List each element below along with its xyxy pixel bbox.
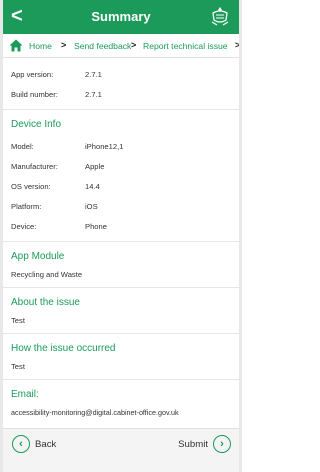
breadcrumb-separator: >: [61, 40, 67, 50]
app-module-section: App Module Recycling and Waste: [3, 242, 239, 288]
info-value: iOS: [85, 202, 98, 211]
info-row: Build number: 2.7.1: [3, 84, 239, 104]
info-label: OS version:: [11, 182, 51, 191]
info-label: Model:: [11, 142, 34, 151]
breadcrumb-separator: >: [131, 40, 137, 50]
breadcrumb: Home > Send feedback > Report technical …: [3, 34, 239, 58]
about-issue-section: About the issue Test: [3, 288, 239, 334]
breadcrumb-send-feedback[interactable]: Send feedback: [74, 41, 131, 51]
info-row: App version: 2.7.1: [3, 64, 239, 84]
breadcrumb-report-technical-issue[interactable]: Report technical issue: [143, 41, 228, 51]
info-value: 2.7.1: [85, 70, 102, 79]
info-row: Model: iPhone12,1: [3, 136, 239, 156]
top-app-bar: < Summary: [3, 0, 239, 34]
info-label: Platform:: [11, 202, 42, 211]
info-row: OS version: 14.4: [3, 176, 239, 196]
section-value: Test: [11, 362, 25, 371]
info-label: Device:: [11, 222, 37, 231]
info-value: Apple: [85, 162, 105, 171]
info-label: Manufacturer:: [11, 162, 58, 171]
section-title: Device Info: [11, 119, 62, 130]
app-info-section: App version: 2.7.1 Build number: 2.7.1: [3, 58, 239, 110]
summary-content: App version: 2.7.1 Build number: 2.7.1 D…: [3, 58, 239, 430]
breadcrumb-home[interactable]: Home: [29, 41, 52, 51]
section-value: Recycling and Waste: [11, 270, 83, 279]
back-label: Back: [35, 438, 57, 450]
back-button[interactable]: ‹ Back: [12, 433, 56, 455]
home-icon[interactable]: [9, 39, 23, 52]
email-value: accessibility-monitoring@digital.cabinet…: [11, 408, 179, 417]
info-label: App version:: [11, 70, 54, 79]
breadcrumb-separator: >: [235, 40, 239, 50]
info-value: Phone: [85, 222, 107, 231]
section-title: App Module: [11, 251, 65, 262]
device-info-section: Device Info Model: iPhone12,1 Manufactur…: [3, 110, 239, 242]
info-row: Manufacturer: Apple: [3, 156, 239, 176]
email-section: Email: accessibility-monitoring@digital.…: [3, 380, 239, 430]
royal-arms-icon: [211, 7, 229, 26]
submit-button[interactable]: Submit ›: [178, 433, 231, 455]
info-value: iPhone12,1: [85, 142, 124, 151]
info-value: 2.7.1: [85, 90, 102, 99]
chevron-right-circle-icon: ›: [213, 435, 231, 453]
info-label: Build number:: [11, 90, 58, 99]
info-value: 14.4: [85, 182, 100, 191]
section-title: About the issue: [11, 297, 80, 308]
info-row: Platform: iOS: [3, 196, 239, 216]
section-value: Test: [11, 316, 25, 325]
submit-label: Submit: [178, 438, 208, 450]
chevron-left-circle-icon: ‹: [12, 435, 30, 453]
footer-bar: ‹ Back Submit ›: [3, 428, 239, 472]
section-title: How the issue occurred: [11, 343, 116, 354]
section-title: Email:: [11, 389, 39, 400]
info-row: Device: Phone: [3, 216, 239, 236]
how-occurred-section: How the issue occurred Test: [3, 334, 239, 380]
page-title: Summary: [91, 9, 151, 24]
